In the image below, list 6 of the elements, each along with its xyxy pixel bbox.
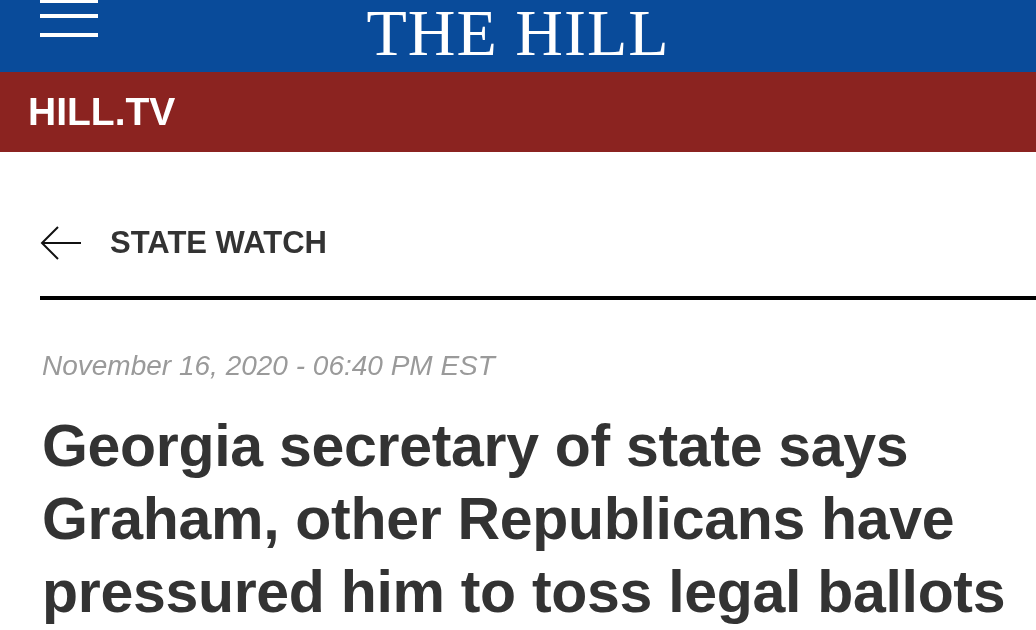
section-title: STATE WATCH [110,225,327,261]
back-arrow-icon[interactable] [40,225,82,261]
article-date: November 16, 2020 - 06:40 PM EST [42,349,498,383]
article-headline: Georgia secretary of state says Graham, other Republicans have pressured him to toss legal ballots [42,412,1007,627]
section-link[interactable]: HILL.TV [28,90,176,134]
menu-icon[interactable] [40,0,98,37]
